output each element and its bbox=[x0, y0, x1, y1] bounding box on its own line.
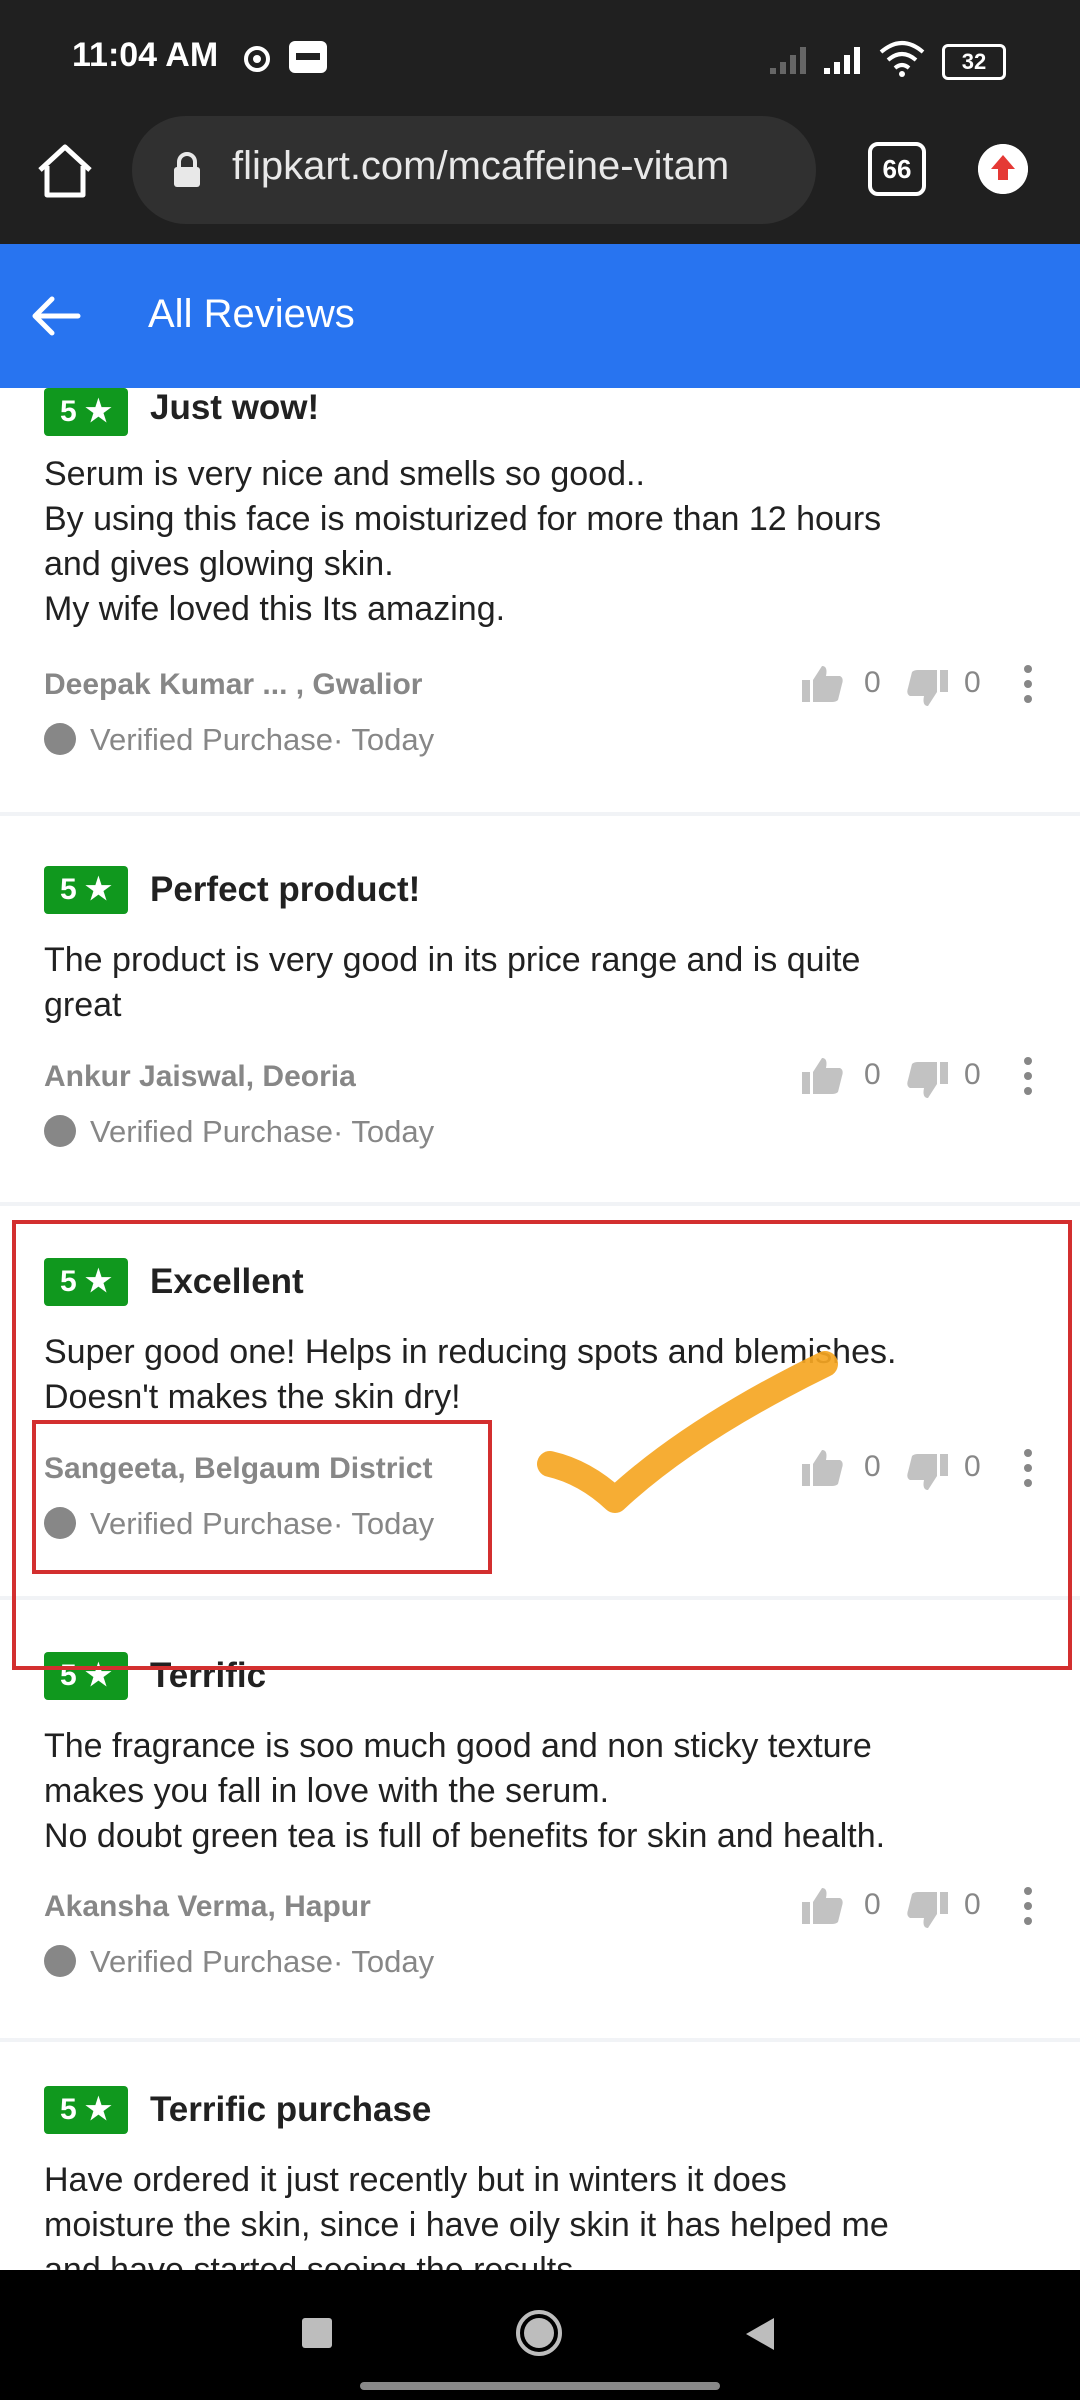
back-arrow-icon[interactable] bbox=[28, 288, 84, 344]
update-icon[interactable] bbox=[978, 144, 1028, 194]
back-nav-icon[interactable] bbox=[742, 2316, 776, 2352]
annotation-check-mark bbox=[537, 1351, 838, 1513]
like-count: 0 bbox=[864, 666, 881, 699]
review-body: The product is very good in its price ra… bbox=[44, 938, 1054, 1028]
thumbs-down-icon[interactable] bbox=[906, 1890, 950, 1930]
more-options-icon[interactable] bbox=[1022, 1056, 1034, 1096]
signal-icon-1 bbox=[770, 47, 806, 74]
like-count: 0 bbox=[864, 1058, 881, 1091]
check-circle-icon bbox=[44, 722, 76, 755]
divider bbox=[0, 2038, 1080, 2042]
signal-icon-2 bbox=[824, 47, 860, 74]
review-body-line: By using this face is moisturized for mo… bbox=[44, 500, 882, 538]
review-body-line: The fragrance is soo much good and non s… bbox=[44, 1727, 872, 1765]
verified-purchase: Verified Purchase· Today bbox=[44, 1114, 434, 1150]
review-body-line: Have ordered it just recently but in win… bbox=[44, 2161, 787, 2199]
review-body-line: No doubt green tea is full of benefits f… bbox=[44, 1817, 886, 1855]
review-title: Terrific purchase bbox=[150, 2090, 432, 2129]
review-body-line: Serum is very nice and smells so good.. bbox=[44, 455, 645, 493]
page-title: All Reviews bbox=[148, 292, 355, 336]
review-body-line: makes you fall in love with the serum. bbox=[44, 1772, 610, 1810]
review-body-line: My wife loved this Its amazing. bbox=[44, 590, 506, 628]
review-card: 5 ★ Just wow! Serum is very nice and sme… bbox=[0, 388, 1080, 812]
annotation-author-box bbox=[32, 1420, 492, 1574]
check-circle-icon bbox=[44, 1944, 76, 1977]
status-time: 11:04 AM bbox=[72, 36, 219, 74]
recents-icon[interactable] bbox=[300, 2316, 334, 2350]
paytm-notification-icon bbox=[289, 41, 327, 73]
address-bar[interactable]: flipkart.com/mcaffeine-vitam bbox=[132, 116, 816, 224]
review-title: Just wow! bbox=[150, 388, 320, 427]
review-body-line: and gives glowing skin. bbox=[44, 545, 394, 583]
review-body: Serum is very nice and smells so good.. … bbox=[44, 452, 1054, 632]
review-body-line: moisture the skin, since i have oily ski… bbox=[44, 2206, 889, 2244]
thumbs-up-icon[interactable] bbox=[800, 1886, 844, 1926]
review-body-line: great bbox=[44, 986, 122, 1024]
review-card: 5 ★ Terrific purchase Have ordered it ju… bbox=[0, 2086, 1080, 2270]
wifi-icon bbox=[879, 41, 925, 77]
rating-badge: 5 ★ bbox=[44, 388, 128, 436]
dislike-count: 0 bbox=[964, 1888, 981, 1921]
rating-badge: 5 ★ bbox=[44, 866, 128, 914]
battery-icon: 32 bbox=[942, 44, 1006, 80]
thumbs-down-icon[interactable] bbox=[906, 668, 950, 708]
divider bbox=[0, 812, 1080, 816]
verified-label: Verified Purchase· Today bbox=[90, 1944, 435, 1979]
more-options-icon[interactable] bbox=[1022, 1886, 1034, 1926]
tab-switcher-button[interactable]: 66 bbox=[868, 142, 926, 196]
app-bar: All Reviews bbox=[0, 244, 1080, 388]
review-actions: 0 0 bbox=[800, 1052, 1040, 1102]
rating-badge: 5 ★ bbox=[44, 2086, 128, 2134]
thumbs-up-icon[interactable] bbox=[800, 1056, 844, 1096]
verified-purchase: Verified Purchase· Today bbox=[44, 722, 434, 758]
thumbs-down-icon[interactable] bbox=[906, 1060, 950, 1100]
review-body: Have ordered it just recently but in win… bbox=[44, 2158, 1054, 2270]
review-card: 5 ★ Perfect product! The product is very… bbox=[0, 866, 1080, 1202]
verified-label: Verified Purchase· Today bbox=[90, 1114, 435, 1149]
thumbs-up-icon[interactable] bbox=[800, 664, 844, 704]
like-count: 0 bbox=[864, 1888, 881, 1921]
verified-label: Verified Purchase· Today bbox=[90, 722, 435, 757]
verified-purchase: Verified Purchase· Today bbox=[44, 1944, 434, 1980]
review-body-line: The product is very good in its price ra… bbox=[44, 941, 861, 979]
url-text: flipkart.com/mcaffeine-vitam bbox=[232, 144, 730, 188]
review-title: Perfect product! bbox=[150, 870, 421, 909]
review-body-line: and have started seeing the results bbox=[44, 2251, 574, 2270]
review-card: 5 ★ Terrific The fragrance is soo much g… bbox=[0, 1652, 1080, 2038]
chat-notification-icon bbox=[244, 46, 270, 72]
review-actions: 0 0 bbox=[800, 1882, 1040, 1932]
gesture-handle bbox=[360, 2382, 720, 2390]
divider bbox=[0, 1202, 1080, 1206]
more-options-icon[interactable] bbox=[1022, 664, 1034, 704]
home-nav-icon[interactable] bbox=[514, 2308, 564, 2358]
browser-toolbar: flipkart.com/mcaffeine-vitam 66 bbox=[0, 116, 1080, 244]
review-body: The fragrance is soo much good and non s… bbox=[44, 1724, 1054, 1859]
review-author: Akansha Verma, Hapur bbox=[44, 1890, 371, 1923]
system-navigation-bar bbox=[0, 2270, 1080, 2400]
review-actions: 0 0 bbox=[800, 660, 1040, 710]
battery-level: 32 bbox=[961, 49, 987, 74]
lock-icon bbox=[174, 152, 200, 187]
check-circle-icon bbox=[44, 1114, 76, 1147]
home-icon[interactable] bbox=[34, 140, 96, 202]
status-bar: 11:04 AM 32 bbox=[0, 0, 1080, 116]
dislike-count: 0 bbox=[964, 1058, 981, 1091]
review-author: Ankur Jaiswal, Deoria bbox=[44, 1060, 356, 1093]
dislike-count: 0 bbox=[964, 666, 981, 699]
review-author: Deepak Kumar ... , Gwalior bbox=[44, 668, 423, 701]
